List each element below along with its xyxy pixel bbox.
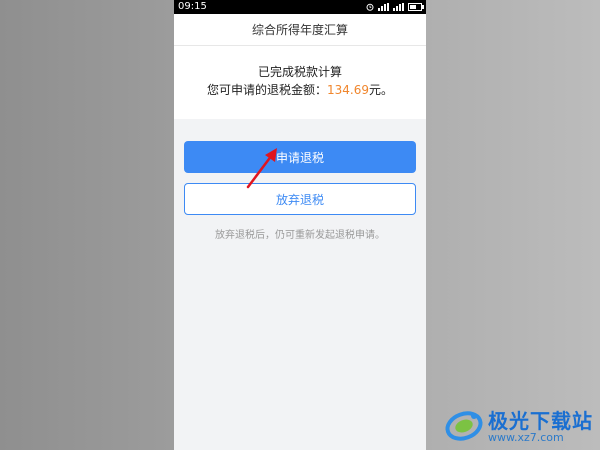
watermark-url: www.xz7.com <box>488 431 564 444</box>
refund-amount-line: 您可申请的退税金额：134.69元。 <box>174 81 426 99</box>
watermark-title: 极光下载站 <box>488 409 593 433</box>
refund-suffix: 元。 <box>369 83 394 97</box>
actions-section: 申请退税 放弃退税 放弃退税后，仍可重新发起退税申请。 <box>174 119 426 241</box>
signal-icon-2 <box>393 3 404 11</box>
refund-amount: 134.69 <box>327 83 369 97</box>
abandon-refund-button[interactable]: 放弃退税 <box>184 183 416 215</box>
hint-text: 放弃退税后，仍可重新发起退税申请。 <box>215 230 385 241</box>
nav-bar: 综合所得年度汇算 <box>174 14 426 46</box>
battery-icon <box>408 3 424 11</box>
apply-refund-button[interactable]: 申请退税 <box>184 141 416 173</box>
refund-prefix: 您可申请的退税金额： <box>206 83 327 97</box>
result-panel: 已完成税款计算 您可申请的退税金额：134.69元。 <box>174 46 426 119</box>
watermark-logo-icon <box>445 411 483 441</box>
calc-status-text: 已完成税款计算 <box>257 65 342 79</box>
abandon-refund-label: 放弃退税 <box>275 192 324 207</box>
alarm-icon <box>366 3 374 11</box>
watermark: 极光下载站 www.xz7.com <box>444 394 594 444</box>
red-arrow-icon <box>246 148 277 189</box>
status-icons <box>366 0 424 14</box>
status-time: 09:15 <box>178 1 207 12</box>
phone-screen: 09:15 综合所得年度汇算 已完成税款计算 您可申请的退税金额：134.69元… <box>174 0 426 450</box>
page-title: 综合所得年度汇算 <box>251 23 348 37</box>
status-bar: 09:15 <box>174 0 426 14</box>
watermark-text: 极光下载站 www.xz7.com <box>488 410 593 444</box>
signal-icon <box>378 3 389 11</box>
